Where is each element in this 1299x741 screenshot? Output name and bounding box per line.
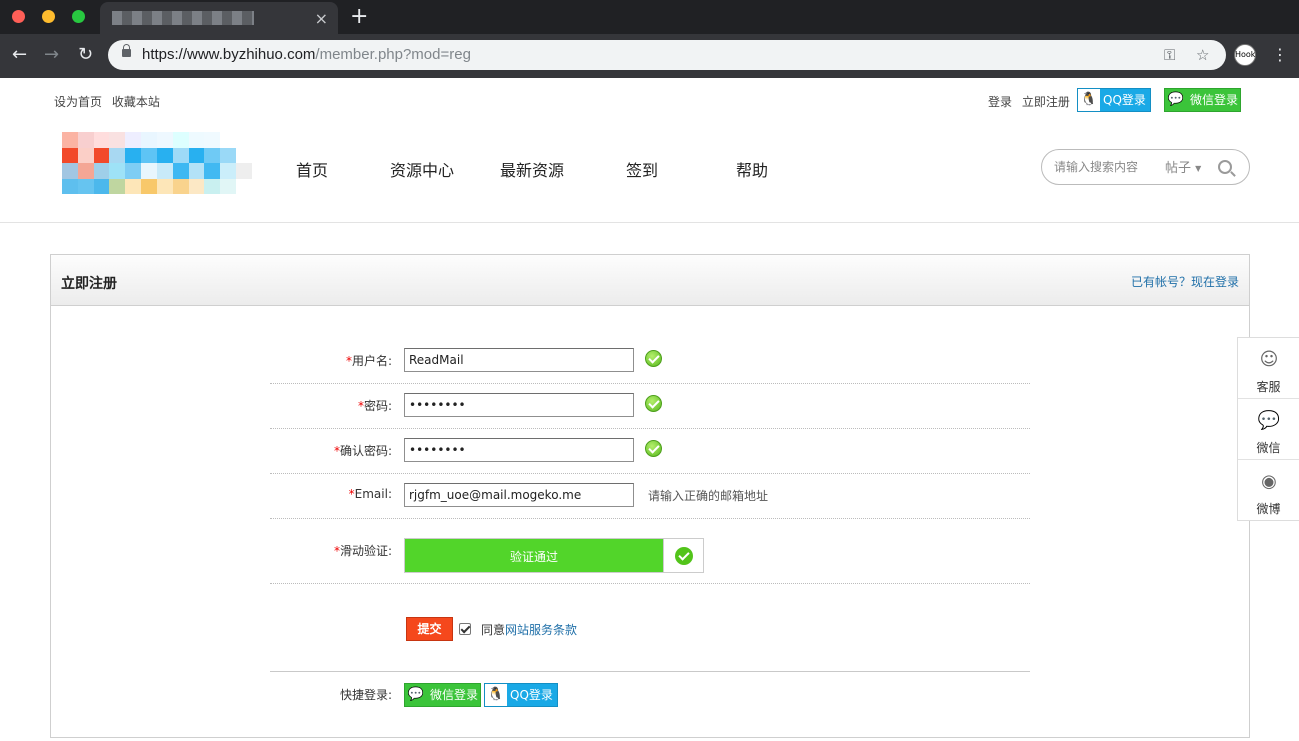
wechat-icon: 💬 [1257, 410, 1281, 431]
password-label-text: 密码: [363, 399, 392, 413]
panel-header: 立即注册 已有帐号？现在登录 [51, 255, 1249, 306]
profile-avatar[interactable]: Hook [1234, 44, 1256, 66]
qq-login-label: QQ登录 [1103, 93, 1146, 107]
qq-penguin-icon: 🐧 [1078, 89, 1100, 111]
float-wechat[interactable]: 💬 微信 [1238, 399, 1299, 460]
row-divider [270, 583, 1030, 584]
page-title: 立即注册 [61, 276, 117, 292]
browser-tab[interactable]: × [100, 2, 338, 34]
search-type-label: 帖子 [1165, 161, 1192, 176]
search-input[interactable] [1054, 158, 1154, 176]
wechat-icon: 💬 [405, 684, 427, 706]
browser-tabstrip: × + [0, 0, 1299, 34]
email-field[interactable] [404, 483, 634, 507]
wechat-icon: 💬 [1165, 89, 1187, 111]
confirm-password-label: *确认密码: [250, 442, 392, 459]
float-customer-service-label: 客服 [1256, 380, 1281, 394]
key-icon[interactable]: ⚿ [1164, 46, 1175, 64]
quick-qq-login-button[interactable]: 🐧 QQ登录 [484, 683, 558, 707]
search-box: 帖子 ▼ [1041, 149, 1250, 185]
agree-prefix: 同意 [481, 623, 506, 637]
url-host: https://www.byzhihuo.com [142, 46, 316, 63]
row-divider [270, 671, 1030, 672]
address-bar[interactable]: https://www.byzhihuo.com/member.php?mod=… [108, 40, 1226, 70]
username-label-text: 用户名: [351, 354, 392, 368]
floating-sidebar: ☺ 客服 💬 微信 ◉ 微博 [1237, 337, 1299, 521]
row-divider [270, 428, 1030, 429]
quick-login-label: 快捷登录: [339, 688, 392, 702]
tab-close-icon[interactable]: × [315, 9, 328, 28]
float-weibo-label: 微博 [1256, 502, 1281, 516]
nav-help[interactable]: 帮助 [736, 157, 768, 181]
new-tab-button[interactable]: + [350, 4, 368, 29]
password-label: *密码: [250, 397, 392, 414]
search-icon[interactable] [1218, 160, 1232, 174]
slider-handle[interactable] [663, 539, 703, 572]
qq-login-button[interactable]: 🐧 QQ登录 [1077, 88, 1151, 112]
close-window-button[interactable] [12, 10, 25, 23]
set-home-link[interactable]: 设为首页 [54, 95, 102, 109]
confirm-password-ok-icon [645, 440, 662, 457]
nav-resource-center[interactable]: 资源中心 [390, 157, 454, 181]
header-divider [0, 222, 1299, 223]
headset-icon: ☺ [1259, 349, 1279, 370]
quick-qq-label: QQ登录 [510, 688, 553, 702]
terms-of-service-link[interactable]: 网站服务条款 [505, 623, 577, 637]
nav-latest-resources[interactable]: 最新资源 [500, 157, 564, 181]
url-path: /member.php?mod=reg [315, 46, 471, 63]
wechat-login-button[interactable]: 💬 微信登录 [1164, 88, 1241, 112]
bookmark-site-link[interactable]: 收藏本站 [112, 95, 160, 109]
star-bookmark-icon[interactable]: ☆ [1196, 46, 1209, 64]
qq-penguin-icon: 🐧 [485, 684, 507, 706]
slider-verify-label-text: 滑动验证: [339, 544, 392, 558]
lock-icon [122, 44, 131, 57]
submit-button[interactable]: 提交 [406, 617, 453, 641]
slider-status-text: 验证通过 [509, 550, 558, 564]
row-divider [270, 473, 1030, 474]
password-field[interactable] [404, 393, 634, 417]
agree-terms-text: 同意网站服务条款 [481, 621, 577, 638]
caret-down-icon: ▼ [1195, 164, 1202, 173]
top-links-right: 登录 立即注册 [988, 93, 1076, 110]
confirm-password-field[interactable] [404, 438, 634, 462]
slider-captcha[interactable]: 验证通过 [404, 538, 704, 573]
quick-wechat-label: 微信登录 [430, 688, 479, 702]
browser-menu-icon[interactable]: ⋮ [1272, 44, 1288, 66]
email-label-text: Email: [354, 487, 392, 501]
row-divider [270, 518, 1030, 519]
row-divider [270, 383, 1030, 384]
username-ok-icon [645, 350, 662, 367]
browser-toolbar: ← → ↻ https://www.byzhihuo.com/member.ph… [0, 34, 1299, 78]
register-link[interactable]: 立即注册 [1022, 95, 1070, 109]
float-weibo[interactable]: ◉ 微博 [1238, 460, 1299, 521]
forward-arrow-icon[interactable]: → [44, 44, 59, 66]
float-customer-service[interactable]: ☺ 客服 [1238, 338, 1299, 399]
login-link[interactable]: 登录 [988, 95, 1012, 109]
site-logo[interactable] [62, 132, 252, 194]
email-hint: 请输入正确的邮箱地址 [648, 489, 769, 503]
username-field[interactable] [404, 348, 634, 372]
top-links-left: 设为首页 收藏本站 [54, 93, 166, 110]
minimize-window-button[interactable] [42, 10, 55, 23]
tab-title-blurred [112, 11, 254, 25]
password-ok-icon [645, 395, 662, 412]
quick-wechat-login-button[interactable]: 💬 微信登录 [404, 683, 481, 707]
back-arrow-icon[interactable]: ← [12, 44, 27, 66]
check-circle-icon [675, 547, 693, 565]
wechat-login-label: 微信登录 [1190, 93, 1239, 107]
search-type-dropdown[interactable]: 帖子 ▼ [1165, 157, 1201, 176]
existing-account-login-link[interactable]: 已有帐号？现在登录 [1131, 273, 1239, 290]
nav-home[interactable]: 首页 [296, 157, 328, 181]
float-wechat-label: 微信 [1256, 441, 1281, 455]
confirm-password-label-text: 确认密码: [339, 444, 392, 458]
weibo-icon: ◉ [1261, 471, 1277, 492]
maximize-window-button[interactable] [72, 10, 85, 23]
url-text[interactable]: https://www.byzhihuo.com/member.php?mod=… [142, 46, 471, 63]
agree-terms-checkbox[interactable] [459, 623, 471, 635]
email-label: *Email: [250, 487, 392, 501]
nav-checkin[interactable]: 签到 [626, 157, 658, 181]
reload-icon[interactable]: ↻ [78, 44, 93, 66]
username-label: *用户名: [250, 352, 392, 369]
slider-verify-label: *滑动验证: [250, 542, 392, 559]
